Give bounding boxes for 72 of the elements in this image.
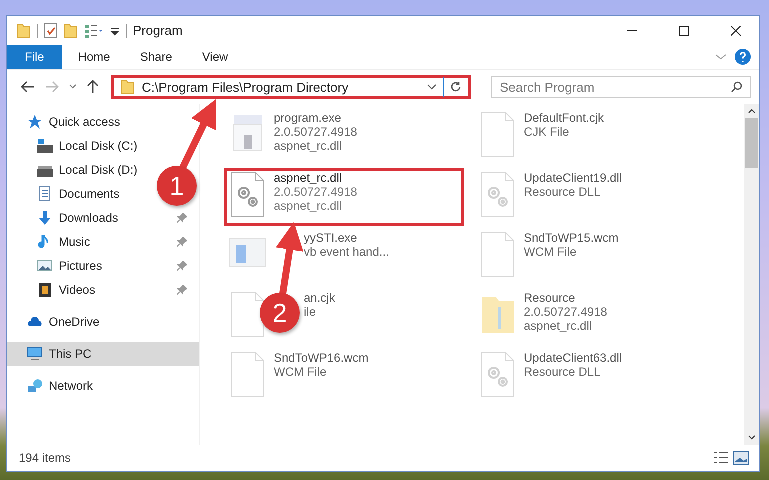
image-icon bbox=[37, 258, 53, 274]
back-arrow-icon[interactable] bbox=[21, 81, 35, 93]
film-icon bbox=[37, 282, 53, 298]
ribbon-tab[interactable]: Share bbox=[126, 45, 186, 69]
ribbon-tab[interactable]: View bbox=[188, 45, 242, 69]
file-item[interactable]: aspnet_rc.dll 2.0.50727.4918 aspnet_rc.dll bbox=[224, 168, 464, 226]
sidebar-item[interactable]: Local Disk (C:) bbox=[59, 139, 138, 153]
properties-icon[interactable] bbox=[84, 22, 104, 38]
folder-icon bbox=[120, 79, 136, 95]
caret-icon[interactable] bbox=[69, 84, 77, 90]
document-icon bbox=[37, 186, 53, 202]
details-view-icon[interactable] bbox=[713, 451, 729, 465]
file-name: Resource bbox=[524, 291, 576, 305]
file-detail: 2.0.50727.4918 bbox=[524, 305, 608, 319]
up-arrow-icon[interactable] bbox=[87, 80, 99, 94]
help-icon[interactable] bbox=[735, 49, 751, 65]
scroll-thumb[interactable] bbox=[745, 118, 758, 168]
file-name: DefaultFont.cjk bbox=[524, 111, 604, 125]
file-name: an.cjk bbox=[304, 291, 336, 305]
sidebar-item[interactable]: Documents bbox=[59, 187, 120, 201]
file-detail: 2.0.50727.4918 bbox=[274, 125, 358, 139]
file-detail: WCM File bbox=[274, 365, 328, 379]
chevron-icon[interactable] bbox=[715, 52, 727, 62]
file-name: program.exe bbox=[274, 111, 342, 125]
sidebar-item[interactable]: Music bbox=[59, 235, 90, 249]
maximize-icon[interactable] bbox=[679, 26, 689, 36]
file-detail: vb event hand... bbox=[304, 245, 390, 259]
sidebar-item[interactable]: Quick access bbox=[49, 115, 120, 129]
sidebar-item[interactable]: Downloads bbox=[59, 211, 118, 225]
file-name: aspnet_rc.dll bbox=[274, 171, 344, 185]
file-name: SndToWP15.wcm bbox=[524, 231, 619, 245]
sidebar-item[interactable]: Videos bbox=[59, 283, 96, 297]
file-detail: aspnet_rc.dll bbox=[274, 139, 344, 153]
ribbon-tab[interactable]: Home bbox=[64, 45, 124, 69]
sidebar-item[interactable]: Pictures bbox=[59, 259, 102, 273]
network-icon bbox=[27, 378, 43, 394]
window-title: Program bbox=[133, 23, 183, 38]
file-detail: aspnet_rc.dll bbox=[524, 319, 594, 333]
file-name: yySTI.exe bbox=[304, 231, 358, 245]
monitor-icon bbox=[27, 346, 43, 362]
file-detail: CJK File bbox=[524, 125, 570, 139]
address-path: C:\Program Files\Program Directory bbox=[142, 80, 350, 94]
item-count: 194 items bbox=[19, 451, 72, 465]
file-name: UpdateClient63.dll bbox=[524, 351, 622, 365]
file-detail: Resource DLL bbox=[524, 365, 602, 379]
sidebar-item[interactable]: Local Disk (D:) bbox=[59, 163, 138, 177]
file-detail: 2.0.50727.4918 bbox=[274, 185, 358, 199]
file-name: UpdateClient19.dll bbox=[524, 171, 622, 185]
address-bar[interactable]: C:\Program Files\Program Directory bbox=[111, 75, 471, 99]
sidebar-item[interactable]: OneDrive bbox=[49, 315, 100, 329]
checklist-icon[interactable] bbox=[44, 22, 58, 38]
sidebar-item[interactable]: Network bbox=[49, 379, 94, 393]
file-name: SndToWP16.wcm bbox=[274, 351, 369, 365]
scroll-down-icon[interactable] bbox=[748, 435, 756, 441]
scrollbar[interactable] bbox=[744, 104, 759, 445]
close-icon[interactable] bbox=[731, 26, 741, 36]
refresh-icon[interactable] bbox=[450, 81, 462, 93]
search-icon[interactable] bbox=[731, 81, 743, 93]
star-icon bbox=[27, 114, 43, 130]
ribbon-tab[interactable]: File bbox=[7, 45, 62, 69]
down-arrow-icon bbox=[37, 210, 53, 226]
file-detail: WCM File bbox=[524, 245, 578, 259]
scroll-up-icon[interactable] bbox=[748, 108, 756, 114]
search-field[interactable]: Search Program bbox=[491, 76, 751, 98]
file-detail: ile bbox=[304, 305, 318, 319]
minimize-icon[interactable] bbox=[627, 30, 637, 32]
large-icons-view-icon[interactable] bbox=[733, 451, 749, 465]
sidebar-item[interactable]: This PC bbox=[7, 342, 199, 366]
file-detail: Resource DLL bbox=[524, 185, 602, 199]
drive-icon bbox=[37, 138, 53, 154]
file-detail: aspnet_rc.dll bbox=[274, 199, 344, 213]
dropdown-caret-icon[interactable] bbox=[427, 83, 437, 91]
